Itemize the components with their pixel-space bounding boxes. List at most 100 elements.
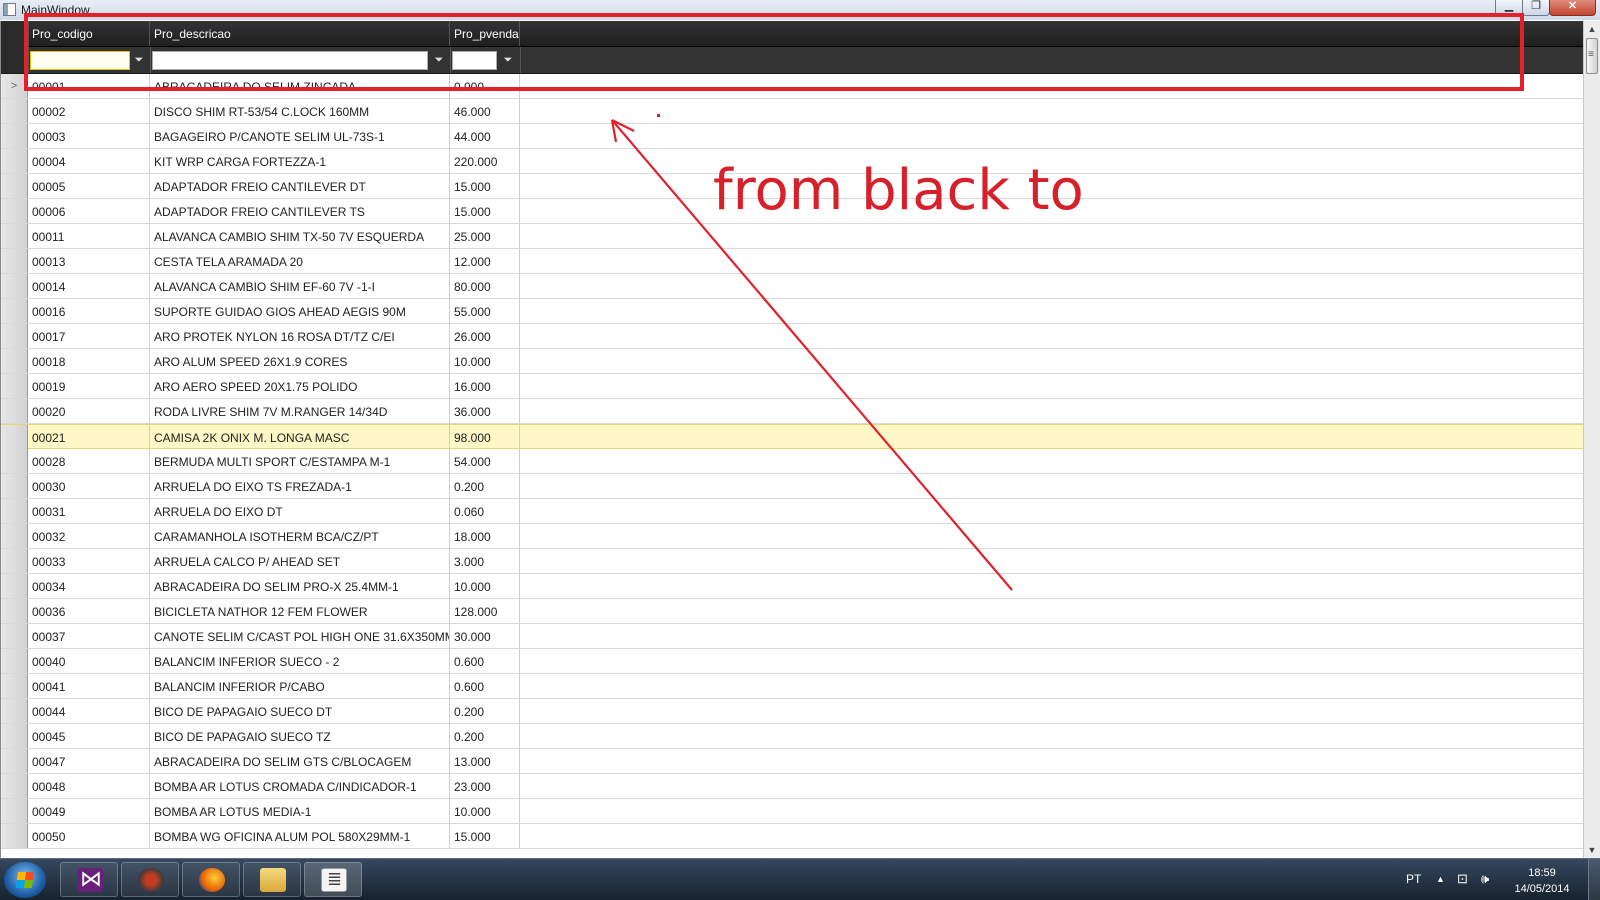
cell-pro-codigo[interactable]: 00011: [28, 224, 150, 248]
cell-pro-pvenda[interactable]: 18.000: [450, 524, 520, 548]
cell-pro-codigo[interactable]: 00016: [28, 299, 150, 323]
cell-pro-codigo[interactable]: 00036: [28, 599, 150, 623]
table-row[interactable]: 00030 ARRUELA DO EIXO TS FREZADA-1 0.200: [1, 474, 1584, 499]
cell-pro-descricao[interactable]: BICICLETA NATHOR 12 FEM FLOWER: [150, 599, 450, 623]
cell-pro-codigo[interactable]: 00033: [28, 549, 150, 573]
volume-icon[interactable]: 🕪: [1481, 871, 1489, 887]
row-header[interactable]: [1, 549, 28, 573]
cell-pro-codigo[interactable]: 00041: [28, 674, 150, 698]
cell-pro-codigo[interactable]: 00019: [28, 374, 150, 398]
cell-pro-codigo[interactable]: 00031: [28, 499, 150, 523]
cell-pro-pvenda[interactable]: 23.000: [450, 774, 520, 798]
table-row[interactable]: 00049 BOMBA AR LOTUS MEDIA-1 10.000: [1, 799, 1584, 824]
cell-pro-pvenda[interactable]: 10.000: [450, 574, 520, 598]
cell-pro-pvenda[interactable]: 0.200: [450, 699, 520, 723]
taskbar-firefox[interactable]: [182, 862, 240, 897]
cell-pro-pvenda[interactable]: 16.000: [450, 374, 520, 398]
table-row[interactable]: 00014 ALAVANCA CAMBIO SHIM EF-60 7V -1-I 8…: [1, 274, 1584, 299]
cell-pro-descricao[interactable]: CANOTE SELIM C/CAST POL HIGH ONE 31.6X35…: [150, 624, 450, 648]
row-header[interactable]: [1, 724, 28, 748]
table-row[interactable]: 00040 BALANCIM INFERIOR SUECO - 2 0.600: [1, 649, 1584, 674]
cell-pro-pvenda[interactable]: 12.000: [450, 249, 520, 273]
table-row[interactable]: 00011 ALAVANCA CAMBIO SHIM TX-50 7V ESQUE…: [1, 224, 1584, 249]
table-row[interactable]: 00034 ABRACADEIRA DO SELIM PRO-X 25.4MM-1…: [1, 574, 1584, 599]
cell-pro-codigo[interactable]: 00020: [28, 399, 150, 423]
row-header[interactable]: [1, 699, 28, 723]
table-row[interactable]: 00018 ARO ALUM SPEED 26X1.9 CORES 10.000: [1, 349, 1584, 374]
cell-pro-descricao[interactable]: ADAPTADOR FREIO CANTILEVER DT: [150, 174, 450, 198]
cell-pro-descricao[interactable]: CARAMANHOLA ISOTHERM BCA/CZ/PT: [150, 524, 450, 548]
row-header[interactable]: [1, 524, 28, 548]
cell-pro-pvenda[interactable]: 15.000: [450, 824, 520, 848]
cell-pro-pvenda[interactable]: 10.000: [450, 349, 520, 373]
cell-pro-codigo[interactable]: 00003: [28, 124, 150, 148]
cell-pro-pvenda[interactable]: 44.000: [450, 124, 520, 148]
cell-pro-pvenda[interactable]: 30.000: [450, 624, 520, 648]
row-header[interactable]: [1, 349, 28, 373]
scroll-thumb[interactable]: [1586, 38, 1598, 74]
cell-pro-pvenda[interactable]: 0.200: [450, 474, 520, 498]
row-header[interactable]: [1, 624, 28, 648]
row-header[interactable]: [1, 774, 28, 798]
cell-pro-codigo[interactable]: 00045: [28, 724, 150, 748]
cell-pro-codigo[interactable]: 00002: [28, 99, 150, 123]
clock[interactable]: 18:59 14/05/2014: [1510, 865, 1574, 897]
table-row[interactable]: 00020 RODA LIVRE SHIM 7V M.RANGER 14/34D 3…: [1, 399, 1584, 424]
cell-pro-codigo[interactable]: 00021: [28, 425, 150, 449]
cell-pro-pvenda[interactable]: 55.000: [450, 299, 520, 323]
cell-pro-pvenda[interactable]: 0.200: [450, 724, 520, 748]
row-header[interactable]: [1, 799, 28, 823]
cell-pro-pvenda[interactable]: 54.000: [450, 449, 520, 473]
cell-pro-descricao[interactable]: ARO ALUM SPEED 26X1.9 CORES: [150, 349, 450, 373]
row-header[interactable]: [1, 124, 28, 148]
table-row[interactable]: 00037 CANOTE SELIM C/CAST POL HIGH ONE 31…: [1, 624, 1584, 649]
row-header[interactable]: [1, 474, 28, 498]
cell-pro-pvenda[interactable]: 0.060: [450, 499, 520, 523]
row-header[interactable]: [1, 574, 28, 598]
cell-pro-descricao[interactable]: BAGAGEIRO P/CANOTE SELIM UL-73S-1: [150, 124, 450, 148]
cell-pro-pvenda[interactable]: 26.000: [450, 324, 520, 348]
table-row[interactable]: 00048 BOMBA AR LOTUS CROMADA C/INDICADOR-…: [1, 774, 1584, 799]
cell-pro-pvenda[interactable]: 128.000: [450, 599, 520, 623]
cell-pro-pvenda[interactable]: 36.000: [450, 399, 520, 423]
cell-pro-descricao[interactable]: SUPORTE GUIDAO GIOS AHEAD AEGIS 90M: [150, 299, 450, 323]
cell-pro-descricao[interactable]: CESTA TELA ARAMADA 20: [150, 249, 450, 273]
cell-pro-descricao[interactable]: BOMBA AR LOTUS CROMADA C/INDICADOR-1: [150, 774, 450, 798]
cell-pro-descricao[interactable]: BICO DE PAPAGAIO SUECO TZ: [150, 724, 450, 748]
table-row[interactable]: 00041 BALANCIM INFERIOR P/CABO 0.600: [1, 674, 1584, 699]
table-row[interactable]: 00050 BOMBA WG OFICINA ALUM POL 580X29MM-…: [1, 824, 1584, 849]
cell-pro-descricao[interactable]: ARO PROTEK NYLON 16 ROSA DT/TZ C/EI: [150, 324, 450, 348]
taskbar-file-explorer[interactable]: [243, 862, 301, 897]
vertical-scrollbar[interactable]: ▲ ▼: [1583, 21, 1600, 858]
cell-pro-pvenda[interactable]: 15.000: [450, 199, 520, 223]
cell-pro-codigo[interactable]: 00028: [28, 449, 150, 473]
table-row[interactable]: 00044 BICO DE PAPAGAIO SUECO DT 0.200: [1, 699, 1584, 724]
table-row[interactable]: 00019 ARO AERO SPEED 20X1.75 POLIDO 16.000: [1, 374, 1584, 399]
cell-pro-descricao[interactable]: ADAPTADOR FREIO CANTILEVER TS: [150, 199, 450, 223]
scroll-down-button[interactable]: ▼: [1584, 842, 1600, 858]
table-row[interactable]: 00028 BERMUDA MULTI SPORT C/ESTAMPA M-1 54…: [1, 449, 1584, 474]
row-header[interactable]: [1, 299, 28, 323]
cell-pro-codigo[interactable]: 00032: [28, 524, 150, 548]
cell-pro-codigo[interactable]: 00034: [28, 574, 150, 598]
cell-pro-descricao[interactable]: ABRACADEIRA DO SELIM GTS C/BLOCAGEM: [150, 749, 450, 773]
cell-pro-descricao[interactable]: BALANCIM INFERIOR SUECO - 2: [150, 649, 450, 673]
cell-pro-descricao[interactable]: CAMISA 2K ONIX M. LONGA MASC: [150, 425, 450, 449]
cell-pro-codigo[interactable]: 00014: [28, 274, 150, 298]
scroll-up-button[interactable]: ▲: [1584, 21, 1600, 37]
cell-pro-codigo[interactable]: 00047: [28, 749, 150, 773]
cell-pro-codigo[interactable]: 00005: [28, 174, 150, 198]
cell-pro-codigo[interactable]: 00017: [28, 324, 150, 348]
row-header[interactable]: [1, 274, 28, 298]
table-row[interactable]: 00033 ARRUELA CALCO P/ AHEAD SET 3.000: [1, 549, 1584, 574]
taskbar-notepad[interactable]: [304, 862, 362, 897]
taskbar-visual-studio[interactable]: [60, 862, 118, 897]
cell-pro-codigo[interactable]: 00040: [28, 649, 150, 673]
row-header[interactable]: [1, 324, 28, 348]
maximize-button[interactable]: ❐: [1522, 0, 1550, 16]
cell-pro-pvenda[interactable]: 10.000: [450, 799, 520, 823]
table-row[interactable]: 00003 BAGAGEIRO P/CANOTE SELIM UL-73S-1 44…: [1, 124, 1584, 149]
row-header[interactable]: [1, 824, 28, 848]
language-indicator[interactable]: PT: [1406, 872, 1421, 886]
cell-pro-descricao[interactable]: BICO DE PAPAGAIO SUECO DT: [150, 699, 450, 723]
